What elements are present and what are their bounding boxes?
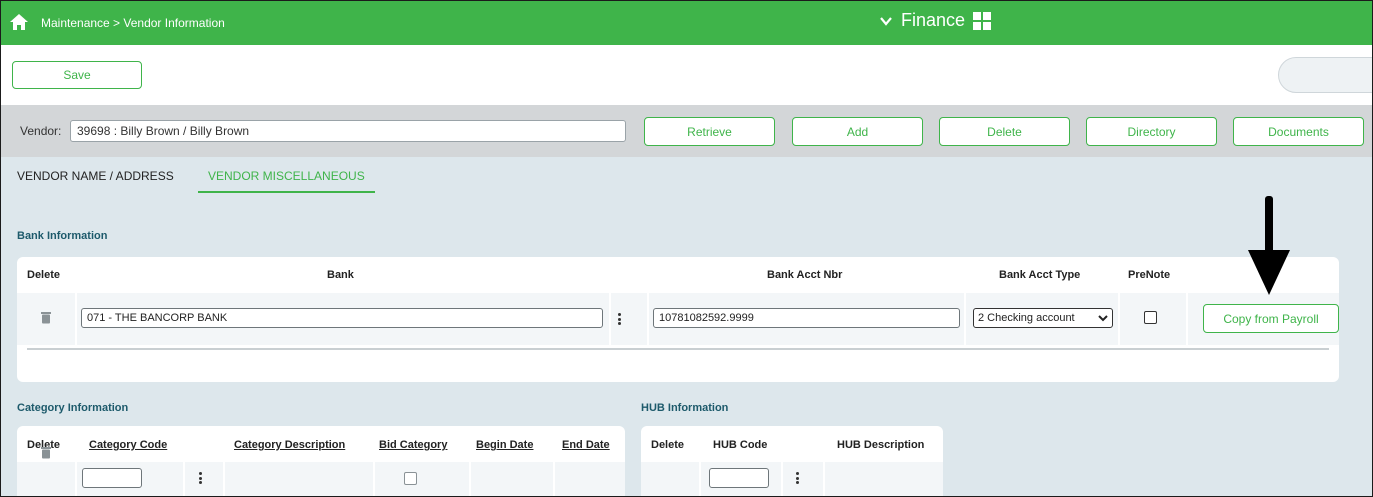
bank-field[interactable] — [81, 308, 603, 328]
trash-icon[interactable] — [40, 311, 52, 324]
bank-acct-type-select[interactable]: 2 Checking account — [973, 308, 1113, 328]
prenote-checkbox[interactable] — [1144, 311, 1157, 324]
directory-button[interactable]: Directory — [1086, 117, 1217, 146]
copy-from-payroll-button[interactable]: Copy from Payroll — [1203, 304, 1339, 333]
tab-vendor-miscellaneous[interactable]: VENDOR MISCELLANEOUS — [198, 169, 375, 193]
bank-lookup-kebab-icon[interactable] — [618, 313, 622, 325]
save-button[interactable]: Save — [12, 61, 142, 89]
hub-lookup-kebab-icon[interactable] — [796, 472, 800, 484]
trash-icon[interactable] — [40, 446, 52, 459]
bank-table-card: Delete Bank Bank Acct Nbr Bank Acct Type… — [17, 257, 1339, 382]
category-col-description[interactable]: Category Description — [234, 439, 345, 451]
category-lookup-kebab-icon[interactable] — [199, 472, 203, 484]
bank-col-prenote: PreNote — [1128, 269, 1171, 281]
bank-col-delete: Delete — [27, 269, 61, 281]
add-button[interactable]: Add — [792, 117, 923, 146]
module-name: Finance — [901, 10, 966, 30]
category-col-end-date[interactable]: End Date — [562, 439, 610, 451]
bank-acct-nbr-field[interactable] — [653, 308, 960, 328]
vendor-bar: Vendor: Retrieve Add Delete Directory Do… — [1, 105, 1372, 157]
delete-button[interactable]: Delete — [939, 117, 1070, 146]
bid-category-checkbox[interactable] — [404, 472, 417, 485]
hub-code-field[interactable] — [709, 468, 769, 488]
category-section-title: Category Information — [17, 402, 129, 414]
vendor-label: Vendor: — [20, 124, 62, 138]
documents-button[interactable]: Documents — [1233, 117, 1364, 146]
tab-vendor-name-address[interactable]: VENDOR NAME / ADDRESS — [17, 169, 174, 183]
hub-col-description: HUB Description — [837, 439, 925, 451]
search-pill[interactable] — [1278, 57, 1372, 93]
home-icon[interactable] — [9, 13, 29, 31]
module-selector[interactable]: Finance — [879, 10, 992, 31]
toolbar: Save — [1, 45, 1372, 105]
down-arrow-annotation-icon — [1248, 196, 1290, 295]
app-frame: Maintenance > Vendor Information Finance… — [0, 0, 1373, 497]
dashboard-grid-icon[interactable] — [973, 11, 992, 30]
bank-section-title: Bank Information — [17, 230, 108, 242]
category-col-code[interactable]: Category Code — [89, 439, 167, 451]
bank-table-divider — [27, 348, 1329, 350]
hub-col-delete: Delete — [651, 439, 685, 451]
tab-bar: VENDOR NAME / ADDRESS VENDOR MISCELLANEO… — [1, 157, 1372, 197]
top-bar: Maintenance > Vendor Information Finance — [1, 1, 1372, 45]
retrieve-button[interactable]: Retrieve — [644, 117, 775, 146]
hub-section-title: HUB Information — [641, 402, 729, 414]
breadcrumb[interactable]: Maintenance > Vendor Information — [41, 16, 225, 30]
hub-col-code: HUB Code — [713, 439, 768, 451]
chevron-down-icon — [880, 16, 892, 26]
category-col-bid[interactable]: Bid Category — [379, 439, 447, 451]
bank-acct-type-value: 2 Checking account — [978, 312, 1075, 324]
category-table-card: Delete Category Code Category Descriptio… — [17, 426, 625, 496]
category-col-begin-date[interactable]: Begin Date — [476, 439, 533, 451]
category-code-field[interactable] — [82, 468, 142, 488]
chevron-down-icon — [1098, 315, 1108, 322]
bank-col-acct-type: Bank Acct Type — [999, 269, 1081, 281]
hub-table-card: Delete HUB Code HUB Description — [641, 426, 943, 496]
vendor-input[interactable] — [70, 120, 626, 142]
bank-col-bank: Bank — [327, 269, 354, 281]
bank-col-acct-nbr: Bank Acct Nbr — [767, 269, 843, 281]
